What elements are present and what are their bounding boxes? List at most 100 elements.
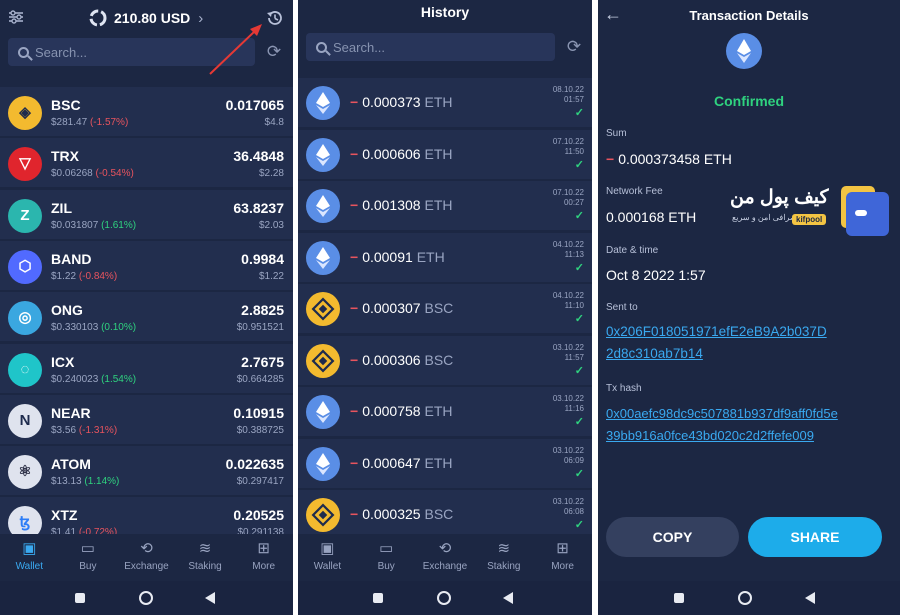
coin-value: $4.8 — [264, 117, 284, 128]
fee-value: 0.000168 ETH — [606, 209, 697, 225]
nav-more[interactable]: ⊞ More — [533, 534, 592, 581]
coin-symbol: ONG — [51, 302, 83, 319]
coin-row-trx[interactable]: ▽ TRX $0.06268 (-0.54%) 36.4848 $2.28 — [0, 138, 293, 188]
nav-exchange[interactable]: ⟲ Exchange — [416, 534, 475, 581]
coin-glyph: ⬡ — [18, 257, 32, 275]
coin-glyph: ◎ — [18, 309, 32, 327]
history-row[interactable]: −0.000325 BSC 03.10.22 06:08 ✓ — [298, 490, 592, 539]
home-button[interactable] — [139, 591, 153, 605]
coin-change: (-0.54%) — [95, 168, 134, 180]
refresh-icon[interactable]: ⟳ — [563, 36, 585, 58]
history-row[interactable]: −0.000306 BSC 03.10.22 11:57 ✓ — [298, 335, 592, 385]
history-row[interactable]: −0.000758 ETH 03.10.22 11:16 ✓ — [298, 387, 592, 436]
copy-button[interactable]: COPY — [606, 517, 739, 557]
kifpool-watermark: کیف پول من صرافی امن و سریع kifpool — [728, 180, 898, 240]
coin-change: (-1.31%) — [78, 424, 118, 436]
coin-row-icx[interactable]: ◌ ICX $0.240023 (1.54%) 2.7675 $0.664285 — [0, 343, 293, 393]
transaction-details-screen: ← Transaction Details Confirmed Sum −0.0… — [598, 0, 900, 615]
coin-row-zil[interactable]: Z ZIL $0.031807 (1.61%) 63.8237 $2.03 — [0, 189, 293, 239]
recents-button[interactable] — [373, 593, 383, 603]
filter-settings-icon[interactable] — [8, 9, 24, 25]
bnb-icon: ◈ — [8, 96, 42, 130]
search-placeholder: Search... — [35, 44, 88, 60]
recents-button[interactable] — [674, 593, 684, 603]
coin-glyph: Z — [20, 206, 30, 224]
history-timestamp: 07.10.22 11:50 — [552, 136, 584, 156]
coin-glyph: ◈ — [19, 104, 31, 121]
ethereum-icon — [726, 33, 762, 69]
home-button[interactable] — [738, 591, 752, 605]
coin-glyph: ⚛ — [18, 463, 32, 481]
annotation-arrow — [209, 24, 262, 75]
nav-wallet[interactable]: ▣ Wallet — [0, 534, 59, 581]
ethereum-icon — [306, 395, 340, 429]
wallet-icon: ▣ — [320, 540, 335, 557]
nav-staking[interactable]: ≋ Staking — [176, 534, 235, 581]
coin-amount: 63.8237 — [233, 199, 284, 216]
history-amount: −0.000758 ETH — [350, 403, 453, 419]
coin-value: $0.297417 — [236, 476, 284, 488]
coin-row-bsc[interactable]: ◈ BSC $281.47 (-1.57%) 0.017065 $4.8 — [0, 87, 293, 136]
check-icon: ✓ — [574, 364, 584, 377]
history-timestamp: 07.10.22 00:27 — [552, 188, 584, 207]
share-button[interactable]: SHARE — [748, 517, 882, 557]
coin-amount: 0.20525 — [233, 507, 284, 524]
history-row[interactable]: −0.00091 ETH 04.10.22 11:13 ✓ — [298, 232, 592, 282]
coin-symbol: BAND — [51, 250, 92, 267]
nav-buy[interactable]: ▭ Buy — [357, 534, 416, 581]
balance-selector[interactable]: 210.80 USD › — [88, 7, 203, 29]
recents-button[interactable] — [75, 593, 85, 603]
tx-hash-label: Tx hash — [606, 383, 642, 394]
history-search-input[interactable]: Search... — [306, 33, 555, 61]
coin-row-ong[interactable]: ◎ ONG $0.330103 (0.10%) 2.8825 $0.951521 — [0, 292, 293, 342]
coin-change: (1.61%) — [101, 219, 137, 231]
card-icon: ▭ — [80, 540, 95, 557]
coin-price: $0.06268 (-0.54%) — [51, 168, 134, 180]
tx-hash-link[interactable]: 0x00aefc98dc9c507881b937df9aff0fd5e 39bb9… — [606, 403, 838, 447]
coin-row-band[interactable]: ⬡ BAND $1.22 (-0.84%) 0.9984 $1.22 — [0, 240, 293, 290]
nav-more[interactable]: ⊞ More — [234, 534, 293, 581]
check-icon: ✓ — [574, 313, 584, 325]
details-title: Transaction Details — [689, 8, 809, 23]
nav-staking[interactable]: ≋ Staking — [474, 534, 533, 581]
coin-row-near[interactable]: N NEAR $3.56 (-1.31%) 0.10915 $0.388725 — [0, 394, 293, 444]
coin-amount: 0.9984 — [241, 250, 284, 267]
nav-wallet[interactable]: ▣ Wallet — [298, 534, 357, 581]
coin-change: (1.14%) — [84, 476, 120, 488]
watermark-title: کیف پول من — [730, 187, 829, 208]
history-row[interactable]: −0.001308 ETH 07.10.22 00:27 ✓ — [298, 181, 592, 230]
coin-value: $1.22 — [258, 270, 284, 282]
sent-to-address-link[interactable]: 0x206F018051971efE2eB9A2b037D 2d8c310ab7b… — [606, 321, 827, 365]
history-amount: −0.00091 ETH — [350, 248, 445, 265]
back-button[interactable] — [805, 592, 815, 604]
search-icon — [316, 41, 327, 53]
watermark-badge: kifpool — [792, 214, 827, 225]
history-amount: −0.000325 BSC — [350, 506, 454, 522]
coin-row-atom[interactable]: ⚛ ATOM $13.13 (1.14%) 0.022635 $0.297417 — [0, 446, 293, 496]
back-button[interactable] — [503, 592, 513, 604]
coin-change: (-1.57%) — [89, 117, 129, 128]
system-nav-bar — [0, 581, 293, 615]
nav-exchange[interactable]: ⟲ Exchange — [117, 534, 176, 581]
history-row[interactable]: −0.000373 ETH 08.10.22 01:57 ✓ — [298, 78, 592, 127]
coin-glyph: N — [19, 411, 31, 429]
history-row[interactable]: −0.000606 ETH 07.10.22 11:50 ✓ — [298, 129, 592, 179]
nav-buy[interactable]: ▭ Buy — [59, 534, 118, 581]
history-row[interactable]: −0.000307 BSC 04.10.22 11:10 ✓ — [298, 284, 592, 333]
coin-symbol: XTZ — [51, 507, 78, 524]
bnb-icon — [306, 292, 340, 326]
back-button[interactable] — [205, 592, 215, 604]
coin-amount: 0.017065 — [225, 97, 284, 113]
home-button[interactable] — [437, 591, 451, 605]
coin-symbol: NEAR — [51, 404, 91, 421]
history-timestamp: 03.10.22 11:57 — [552, 342, 584, 362]
history-timestamp: 04.10.22 11:10 — [552, 291, 584, 310]
ethereum-icon — [306, 137, 340, 172]
coin-symbol: TRX — [51, 148, 79, 165]
exchange-icon: ⟲ — [140, 540, 153, 557]
coin-change: (0.10%) — [101, 322, 137, 334]
history-row[interactable]: −0.000647 ETH 03.10.22 06:09 ✓ — [298, 438, 592, 488]
coin-price: $1.22 (-0.84%) — [51, 270, 118, 282]
system-nav-bar — [598, 581, 900, 615]
watermark-subtitle: صرافی امن و سریع — [732, 213, 797, 222]
